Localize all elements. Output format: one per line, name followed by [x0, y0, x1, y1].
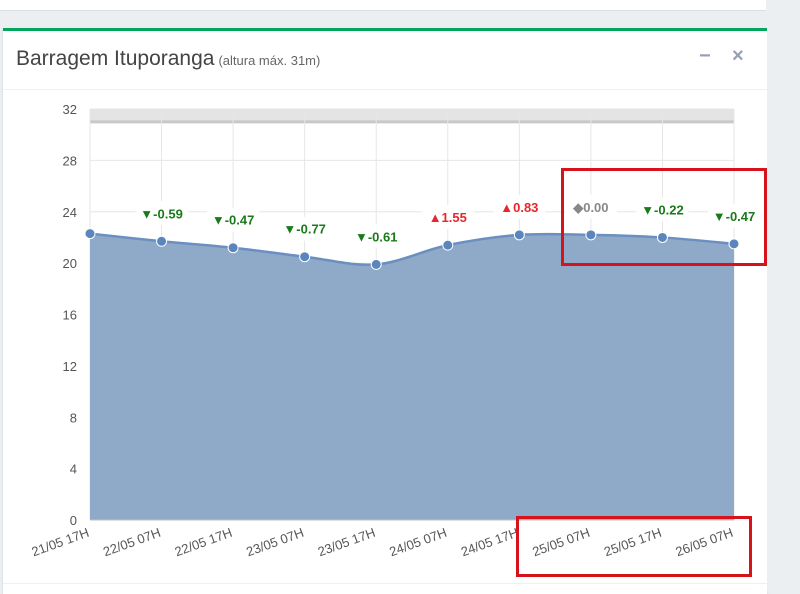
x-tick-label: 24/05 17H: [459, 525, 521, 560]
y-tick-label: 0: [70, 513, 77, 528]
y-tick-label: 8: [70, 410, 77, 425]
x-tick-label: 23/05 07H: [244, 525, 306, 560]
y-tick-label: 28: [63, 153, 77, 168]
data-point: [84, 228, 96, 240]
x-tick-label: 22/05 17H: [173, 525, 235, 560]
y-tick-label: 32: [63, 102, 77, 117]
x-tick-label: 21/05 17H: [30, 525, 92, 560]
series-area: [90, 233, 734, 520]
data-label: ▼-0.59: [140, 206, 183, 221]
data-point: [227, 242, 239, 254]
highlight-box-recent-dates: [516, 516, 752, 577]
y-tick-label: 20: [63, 256, 77, 271]
data-label: ▼-0.47: [212, 213, 255, 228]
data-point: [442, 239, 454, 251]
y-tick-label: 16: [63, 308, 77, 323]
max-height-band: [90, 109, 734, 122]
data-label: ▼-0.61: [355, 229, 398, 244]
data-point: [156, 235, 168, 247]
water-level-chart: 0 4 8 12 16 20 24 28 32 ▼-0.59 ▼-0.47 ▼-0.77 ▼-0.61 ▲…: [30, 102, 760, 560]
x-tick-label: 24/05 07H: [387, 525, 449, 560]
x-tick-label: 23/05 17H: [316, 525, 378, 560]
data-point: [299, 251, 311, 263]
highlight-box-recent-values: [561, 168, 767, 266]
y-tick-label: 24: [63, 205, 77, 220]
data-label: ▲1.55: [429, 210, 467, 225]
data-point: [370, 258, 382, 270]
data-point: [513, 229, 525, 241]
y-tick-label: 4: [70, 462, 77, 477]
y-tick-label: 12: [63, 359, 77, 374]
data-label: ▼-0.77: [283, 222, 326, 237]
x-tick-label: 22/05 07H: [101, 525, 163, 560]
data-label: ▲0.83: [500, 200, 538, 215]
